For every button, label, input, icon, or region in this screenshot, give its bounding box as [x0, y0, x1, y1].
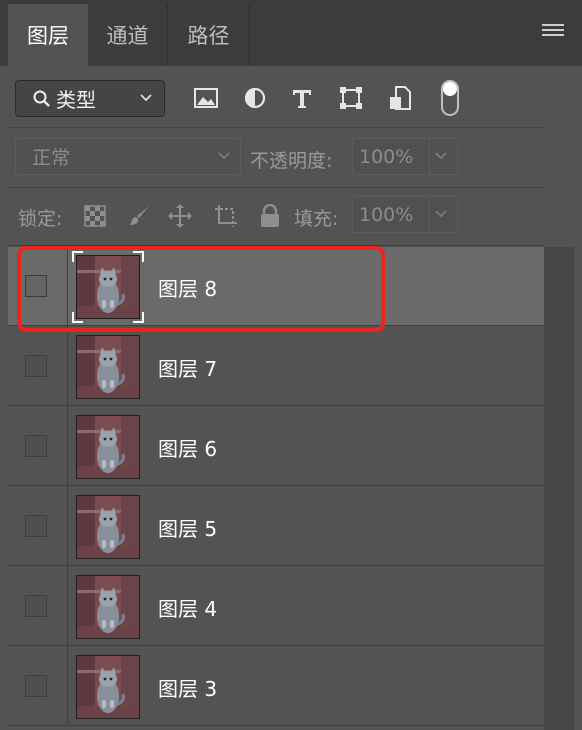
- blend-row: 正常 不透明度: 100%: [0, 130, 582, 186]
- layer-row[interactable]: 图层 5: [8, 487, 544, 566]
- layer-thumbnail: [76, 495, 140, 559]
- layer-name[interactable]: 图层 3: [158, 673, 217, 702]
- blend-mode-value: 正常: [32, 147, 71, 169]
- lock-all-icon[interactable]: [257, 203, 283, 229]
- lock-row: 锁定: 填充: 100%: [0, 188, 582, 244]
- filter-kind-select[interactable]: 类型: [15, 80, 165, 117]
- lock-artboard-icon[interactable]: [213, 203, 239, 229]
- panel-menu-icon[interactable]: [542, 24, 564, 40]
- panel-tab-bar: 图层 通道 路径: [0, 0, 582, 66]
- layer-thumbnail: [76, 415, 140, 479]
- lock-image-icon[interactable]: [127, 203, 153, 229]
- layers-scrollbar[interactable]: [544, 247, 574, 730]
- fill-field[interactable]: 100%: [352, 196, 458, 233]
- layer-row[interactable]: 图层 8: [8, 247, 544, 326]
- layer-row[interactable]: 图层 6: [8, 407, 544, 486]
- layer-thumbnail: [76, 655, 140, 719]
- divider: [8, 127, 544, 128]
- layers-list: 图层 8 图层 7 图层 6 图层 5 图层 4 图层 3: [8, 247, 544, 730]
- shape-filter-icon[interactable]: [337, 84, 365, 112]
- tab-paths[interactable]: 路径: [168, 4, 250, 66]
- tab-layers[interactable]: 图层: [8, 4, 88, 66]
- visibility-toggle[interactable]: [8, 487, 68, 566]
- layer-row[interactable]: 图层 3: [8, 647, 544, 726]
- lock-label: 锁定:: [18, 208, 63, 230]
- layer-name[interactable]: 图层 7: [158, 353, 217, 382]
- chevron-down-icon: [216, 148, 232, 164]
- visibility-checkbox[interactable]: [25, 435, 47, 457]
- visibility-toggle[interactable]: [8, 247, 68, 326]
- fill-label: 填充:: [294, 208, 339, 230]
- layer-name[interactable]: 图层 5: [158, 513, 217, 542]
- tab-channels[interactable]: 通道: [88, 4, 168, 66]
- search-icon: [33, 90, 50, 107]
- layer-thumbnail: [76, 575, 140, 639]
- smart-object-filter-icon[interactable]: [386, 84, 414, 112]
- chevron-down-icon[interactable]: [433, 148, 449, 164]
- filter-toggle-switch[interactable]: [441, 80, 459, 116]
- layer-row[interactable]: 图层 7: [8, 327, 544, 406]
- filter-kind-label: 类型: [56, 88, 96, 112]
- opacity-field[interactable]: 100%: [352, 138, 458, 175]
- lock-transparent-icon[interactable]: [82, 203, 108, 229]
- visibility-toggle[interactable]: [8, 407, 68, 486]
- opacity-label: 不透明度:: [250, 150, 333, 172]
- chevron-down-icon[interactable]: [433, 206, 449, 222]
- visibility-checkbox[interactable]: [25, 355, 47, 377]
- lock-position-icon[interactable]: [167, 203, 193, 229]
- visibility-toggle[interactable]: [8, 327, 68, 406]
- layer-row[interactable]: 图层 4: [8, 567, 544, 646]
- selection-corners: [72, 251, 144, 323]
- layer-name[interactable]: 图层 6: [158, 433, 217, 462]
- visibility-toggle[interactable]: [8, 647, 68, 726]
- visibility-checkbox[interactable]: [25, 275, 47, 297]
- image-filter-icon[interactable]: [192, 84, 220, 112]
- divider: [8, 245, 544, 246]
- visibility-checkbox[interactable]: [25, 675, 47, 697]
- opacity-value: 100%: [359, 145, 414, 168]
- layer-thumbnail: [76, 335, 140, 399]
- visibility-checkbox[interactable]: [25, 515, 47, 537]
- adjustment-filter-icon[interactable]: [241, 84, 269, 112]
- visibility-toggle[interactable]: [8, 567, 68, 646]
- fill-value: 100%: [359, 203, 414, 226]
- layer-name[interactable]: 图层 4: [158, 593, 217, 622]
- layer-name[interactable]: 图层 8: [158, 273, 217, 302]
- blend-mode-select[interactable]: 正常: [15, 138, 241, 175]
- type-filter-icon[interactable]: [288, 84, 316, 112]
- visibility-checkbox[interactable]: [25, 595, 47, 617]
- chevron-down-icon: [138, 90, 154, 106]
- layer-filter-bar: 类型: [0, 66, 582, 126]
